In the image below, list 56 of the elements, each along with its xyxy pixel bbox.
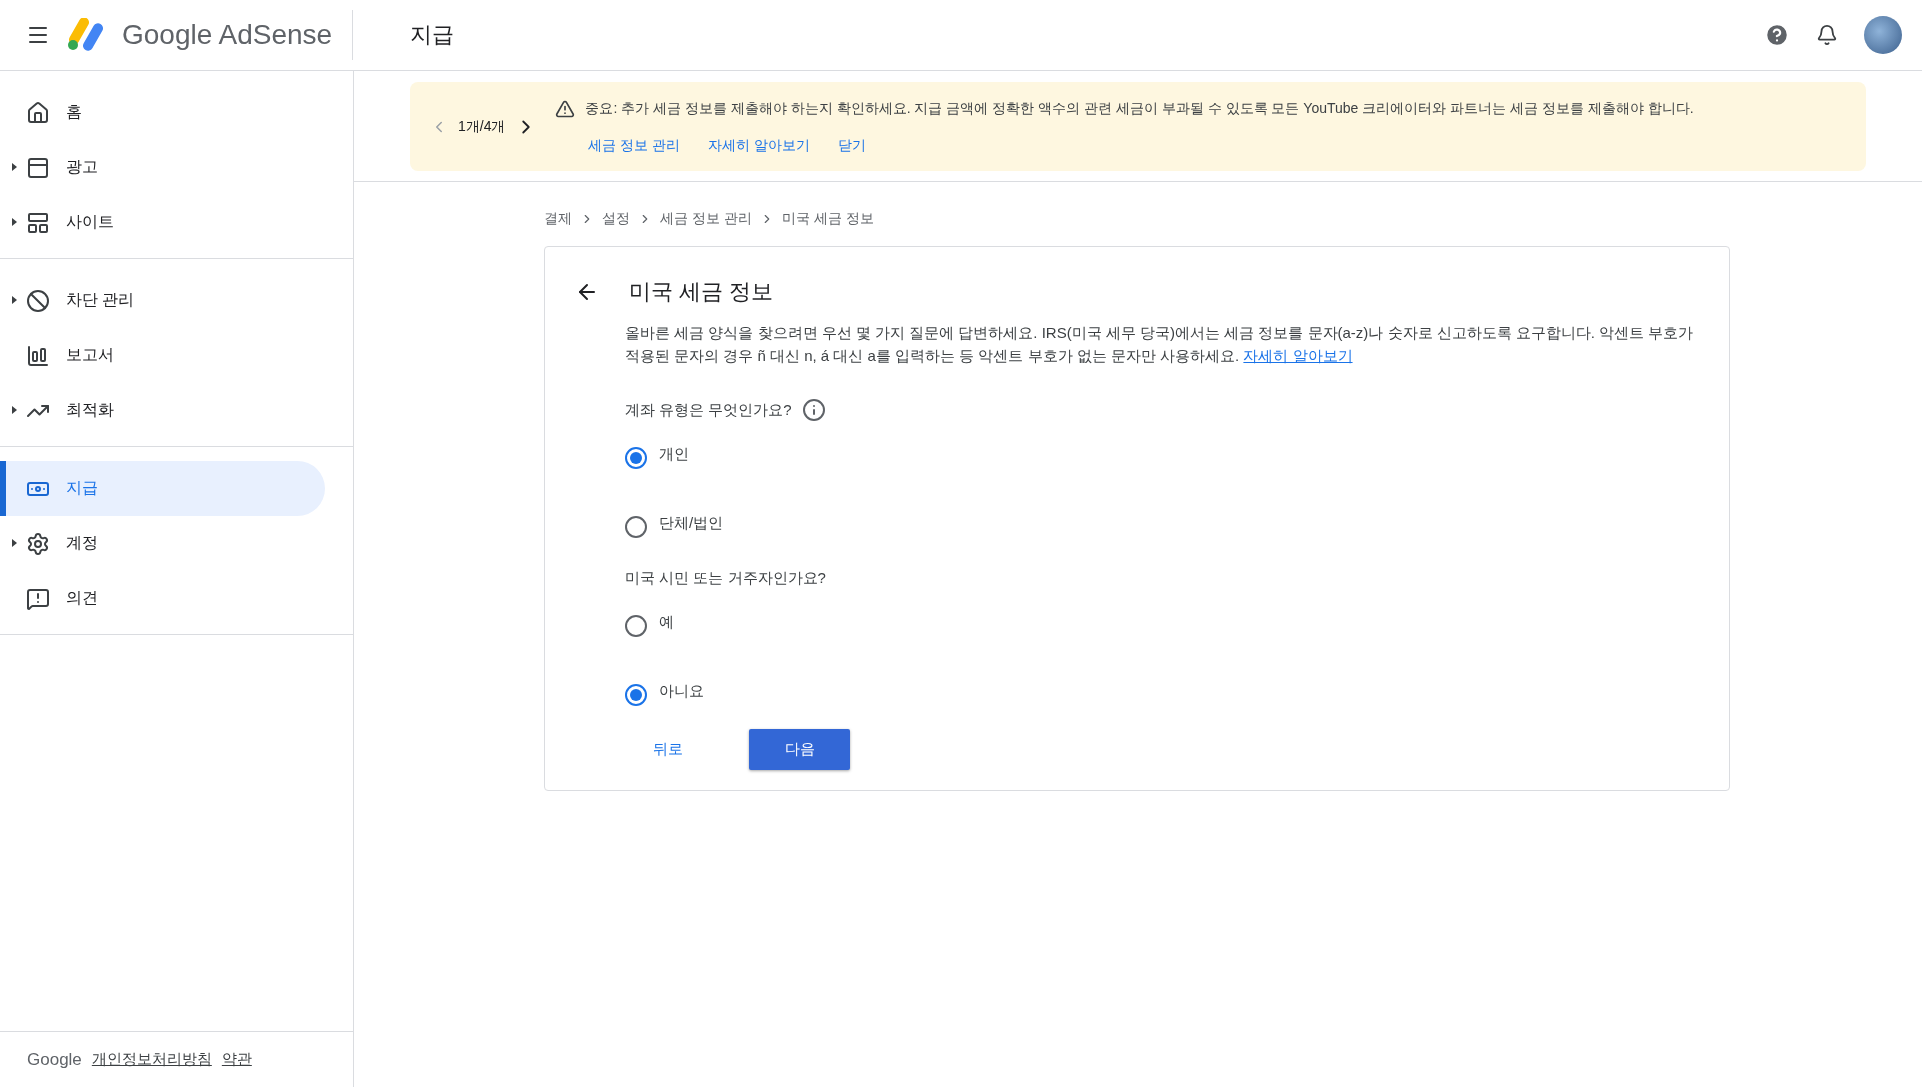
- radio-button[interactable]: [625, 615, 647, 637]
- question-label: 미국 시민 또는 거주자인가요?: [625, 568, 826, 588]
- footer-link[interactable]: 약관: [221, 1050, 252, 1069]
- breadcrumb-link[interactable]: 결제: [544, 210, 572, 228]
- logo-icon: [66, 18, 106, 52]
- block-icon: [26, 288, 50, 313]
- radio-button[interactable]: [625, 516, 647, 538]
- radio-label[interactable]: 개인: [659, 445, 689, 464]
- expand-icon[interactable]: [12, 163, 17, 171]
- home-icon: [26, 100, 50, 125]
- back-button[interactable]: 뒤로: [625, 730, 711, 769]
- footer-link[interactable]: 개인정보처리방침: [91, 1050, 212, 1069]
- nav-item[interactable]: 광고: [0, 140, 325, 195]
- radio-button[interactable]: [625, 447, 647, 469]
- layout-icon: [26, 210, 50, 235]
- help-icon[interactable]: [1764, 22, 1790, 48]
- footer-brand: Google: [27, 1049, 82, 1070]
- next-button[interactable]: 다음: [749, 729, 850, 770]
- bar-chart-icon: [26, 343, 50, 368]
- radio-label[interactable]: 예: [659, 613, 674, 632]
- banner-link[interactable]: 세금 정보 관리: [588, 136, 681, 155]
- question-label: 계좌 유형은 무엇인가요?: [625, 400, 792, 420]
- feedback-icon: [26, 586, 50, 611]
- brand-name: Google AdSense: [122, 19, 333, 51]
- radio-button[interactable]: [625, 684, 647, 706]
- nav-item[interactable]: 최적화: [0, 383, 325, 438]
- info-icon[interactable]: [801, 398, 826, 422]
- nav-item[interactable]: 의견: [0, 571, 325, 626]
- warning-icon: [555, 98, 576, 119]
- nav-item[interactable]: 사이트: [0, 195, 325, 250]
- banner-link[interactable]: 자세히 알아보기: [708, 136, 811, 155]
- nav-item[interactable]: 홈: [0, 85, 325, 140]
- learn-more-link[interactable]: 자세히 알아보기: [1243, 347, 1353, 364]
- expand-icon[interactable]: [12, 539, 17, 547]
- nav-item[interactable]: 계정: [0, 516, 325, 571]
- expand-icon[interactable]: [12, 218, 17, 226]
- settings-icon: [26, 531, 50, 556]
- breadcrumb-link[interactable]: 미국 세금 정보: [781, 210, 874, 228]
- ad-panel-icon: [26, 155, 50, 180]
- notice-message: 중요: 추가 세금 정보를 제출해야 하는지 확인하세요. 지급 금액에 정확한 액수의 관련 세금이 부과될 수 있도록 모든 YouTube 크리에이터와 파트너는 세금 정보를 제출해야 합니다.: [585, 99, 1694, 118]
- avatar[interactable]: [1864, 16, 1902, 54]
- expand-icon[interactable]: [12, 406, 17, 414]
- card-title: 미국 세금 정보: [629, 278, 774, 306]
- breadcrumb-link[interactable]: 설정: [602, 210, 630, 228]
- breadcrumb-link[interactable]: 세금 정보 관리: [660, 210, 752, 228]
- radio-label[interactable]: 아니요: [659, 682, 704, 701]
- page-title: 지급: [410, 21, 455, 49]
- nav-item[interactable]: 차단 관리: [0, 273, 325, 328]
- pager-count: 1개/4개: [458, 117, 506, 136]
- nav-item[interactable]: 지급: [0, 461, 325, 516]
- expand-icon[interactable]: [12, 296, 17, 304]
- notifications-icon[interactable]: [1816, 24, 1838, 46]
- nav-item[interactable]: 보고서: [0, 328, 325, 383]
- banner-link[interactable]: 닫기: [838, 136, 867, 155]
- radio-label[interactable]: 단체/법인: [659, 514, 724, 533]
- intro-text: 올바른 세금 양식을 찾으려면 우선 몇 가지 질문에 답변하세요. IRS(미국 세무 당국)에서는 세금 정보를 문자(a-z)나 숫자로 신고하도록 요구합니다. 악센트 부호가 적용된 문자의 경우 ñ 대신 n, á 대신 a를 입력하는 등 악센트 부호가 없는 문자만 사용하세요. 자세히 알아보기: [625, 323, 1695, 366]
